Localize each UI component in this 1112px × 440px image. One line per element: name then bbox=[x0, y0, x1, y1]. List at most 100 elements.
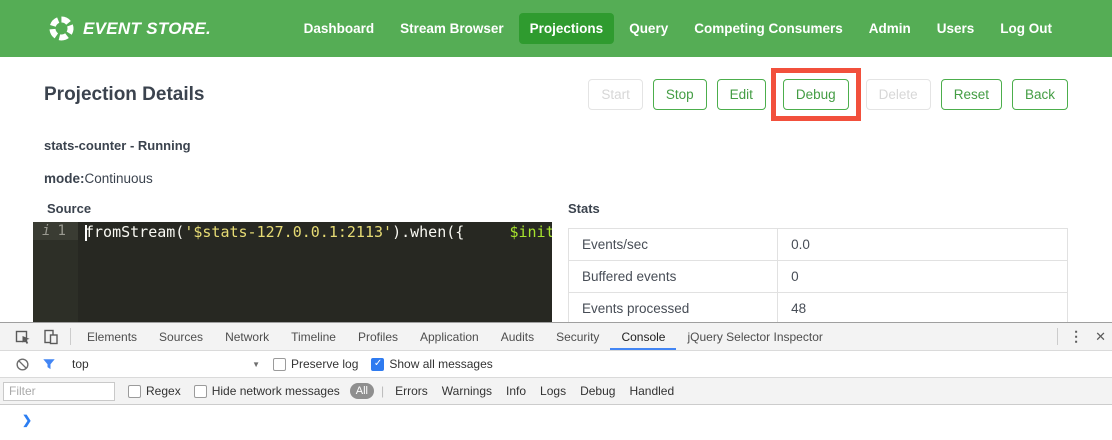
devtools-tab[interactable]: Sources bbox=[148, 323, 214, 350]
devtools-tab[interactable]: Network bbox=[214, 323, 280, 350]
page-content: Projection Details Start Stop Edit bbox=[0, 78, 1112, 334]
filter-level-item[interactable]: Debug bbox=[580, 384, 615, 398]
stat-value: 0 bbox=[778, 261, 1067, 292]
mode-value: Continuous bbox=[85, 171, 153, 186]
clear-console-icon[interactable] bbox=[9, 357, 36, 372]
frame-context-value: top bbox=[72, 357, 89, 371]
stats-row: Events/sec 0.0 bbox=[569, 229, 1067, 261]
code-token: '$stats-127.0.0.1:2113' bbox=[184, 223, 392, 241]
main-nav: Dashboard Stream Browser Projections Que… bbox=[293, 13, 1063, 44]
devtools-close-icon[interactable]: ✕ bbox=[1089, 323, 1112, 350]
nav-item[interactable]: Log Out bbox=[989, 13, 1063, 44]
editor-gutter: i1 bbox=[33, 222, 78, 334]
nav-item[interactable]: Users bbox=[926, 13, 986, 44]
devtools-tab[interactable]: Application bbox=[409, 323, 490, 350]
console-filter-bar: Regex Hide network messages All | Errors… bbox=[0, 378, 1112, 405]
filter-level-item[interactable]: Logs bbox=[540, 384, 566, 398]
filter-level-item[interactable]: Errors bbox=[395, 384, 428, 398]
projection-mode: mode:Continuous bbox=[44, 171, 1068, 186]
source-code-editor[interactable]: i1 fromStream('$stats-127.0.0.1:2113').w… bbox=[33, 222, 552, 334]
action-button-wrap: Delete bbox=[866, 79, 931, 110]
hide-network-label: Hide network messages bbox=[212, 384, 340, 398]
source-section: Source i1 fromStream('$stats-127.0.0.1:2… bbox=[33, 201, 552, 334]
projection-status: stats-counter - Running bbox=[44, 138, 1068, 153]
devtools-tab[interactable]: Timeline bbox=[280, 323, 347, 350]
line-number: 1 bbox=[57, 223, 65, 239]
tabbar-right-controls: ⋮ ✕ bbox=[1052, 323, 1112, 350]
hide-network-checkbox[interactable] bbox=[194, 385, 207, 398]
stats-row: Buffered events 0 bbox=[569, 261, 1067, 293]
action-button[interactable]: Back bbox=[1012, 79, 1068, 110]
nav-item[interactable]: Dashboard bbox=[293, 13, 386, 44]
filter-all-badge[interactable]: All bbox=[350, 383, 374, 399]
devtools-tab[interactable]: Profiles bbox=[347, 323, 409, 350]
stats-section: Stats Events/sec 0.0 Buffered events 0 bbox=[568, 201, 1068, 334]
code-token: $init: bbox=[509, 223, 552, 241]
frame-context-select[interactable]: top ▼ bbox=[72, 357, 260, 371]
filter-level-item[interactable]: Info bbox=[506, 384, 526, 398]
top-navbar: EVENT STORE. Dashboard Stream Browser Pr… bbox=[0, 0, 1112, 57]
console-prompt-chevron[interactable]: ❯ bbox=[22, 413, 32, 427]
code-tokens: fromStream('$stats-127.0.0.1:2113').when… bbox=[85, 223, 552, 241]
preserve-log-checkbox[interactable] bbox=[273, 358, 286, 371]
nav-item[interactable]: Query bbox=[618, 13, 679, 44]
show-all-messages-group: Show all messages bbox=[371, 357, 492, 371]
action-button[interactable]: Delete bbox=[866, 79, 931, 110]
regex-label: Regex bbox=[146, 384, 181, 398]
filter-level-item[interactable]: Handled bbox=[629, 384, 674, 398]
title-row: Projection Details Start Stop Edit bbox=[44, 78, 1068, 111]
devtools-tab[interactable]: Console bbox=[610, 323, 676, 350]
stats-row: Events processed 48 bbox=[569, 293, 1067, 325]
code-token bbox=[464, 223, 509, 241]
chevron-down-icon: ▼ bbox=[252, 360, 260, 369]
devtools-tab[interactable]: Audits bbox=[490, 323, 545, 350]
details-columns: Source i1 fromStream('$stats-127.0.0.1:2… bbox=[33, 201, 1068, 334]
stat-label: Buffered events bbox=[569, 261, 778, 292]
filter-level-item[interactable]: Warnings bbox=[442, 384, 492, 398]
stat-label: Events processed bbox=[569, 293, 778, 324]
regex-checkbox[interactable] bbox=[128, 385, 141, 398]
device-toolbar-icon[interactable] bbox=[37, 323, 65, 350]
nav-item[interactable]: Stream Browser bbox=[389, 13, 515, 44]
nav-item[interactable]: Competing Consumers bbox=[683, 13, 854, 44]
console-output-area[interactable]: ❯ bbox=[0, 405, 1112, 427]
action-button[interactable]: Edit bbox=[717, 79, 766, 110]
filter-icon[interactable] bbox=[36, 357, 62, 371]
nav-item[interactable]: Projections bbox=[519, 13, 615, 44]
hide-network-group: Hide network messages bbox=[194, 384, 340, 398]
action-button-wrap: Back bbox=[1012, 79, 1068, 110]
action-button[interactable]: Start bbox=[588, 79, 643, 110]
code-token: fromStream( bbox=[85, 223, 184, 241]
brand-text: EVENT STORE. bbox=[83, 19, 211, 39]
show-all-messages-checkbox[interactable] bbox=[371, 358, 384, 371]
filter-levels: Errors Warnings Info Logs Debug Handled bbox=[388, 384, 681, 398]
filter-separator: | bbox=[381, 384, 384, 398]
devtools-tab[interactable]: Security bbox=[545, 323, 610, 350]
devtools-tabs: Elements Sources Network Timeline Profil… bbox=[76, 323, 834, 350]
devtools-tab[interactable]: jQuery Selector Inspector bbox=[676, 323, 833, 350]
show-all-messages-label: Show all messages bbox=[389, 357, 492, 371]
regex-group: Regex bbox=[128, 384, 181, 398]
page-title: Projection Details bbox=[44, 84, 205, 106]
action-button-wrap: Reset bbox=[941, 79, 1002, 110]
inspect-element-icon[interactable] bbox=[9, 323, 37, 350]
brand-logo[interactable]: EVENT STORE. bbox=[48, 15, 211, 42]
action-button[interactable]: Reset bbox=[941, 79, 1002, 110]
source-heading: Source bbox=[47, 201, 552, 216]
console-toolbar: top ▼ Preserve log Show all messages bbox=[0, 351, 1112, 378]
action-button-wrap: Start bbox=[588, 79, 643, 110]
nav-item[interactable]: Admin bbox=[858, 13, 922, 44]
stat-label: Events/sec bbox=[569, 229, 778, 260]
action-button[interactable]: Stop bbox=[653, 79, 707, 110]
annotation-info-icon: i bbox=[42, 223, 50, 239]
tabbar-right-separator bbox=[1057, 328, 1058, 345]
action-buttons: Start Stop Edit Debug Delete bbox=[588, 79, 1068, 110]
devtools-tab[interactable]: Elements bbox=[76, 323, 148, 350]
devtools-menu-icon[interactable]: ⋮ bbox=[1063, 323, 1089, 350]
code-line[interactable]: fromStream('$stats-127.0.0.1:2113').when… bbox=[78, 222, 552, 334]
action-button-wrap: Debug bbox=[771, 68, 861, 121]
devtools-tabbar: Elements Sources Network Timeline Profil… bbox=[0, 323, 1112, 351]
action-button[interactable]: Debug bbox=[783, 79, 849, 110]
stats-table: Events/sec 0.0 Buffered events 0 Events … bbox=[568, 228, 1068, 329]
filter-input[interactable] bbox=[3, 382, 115, 401]
